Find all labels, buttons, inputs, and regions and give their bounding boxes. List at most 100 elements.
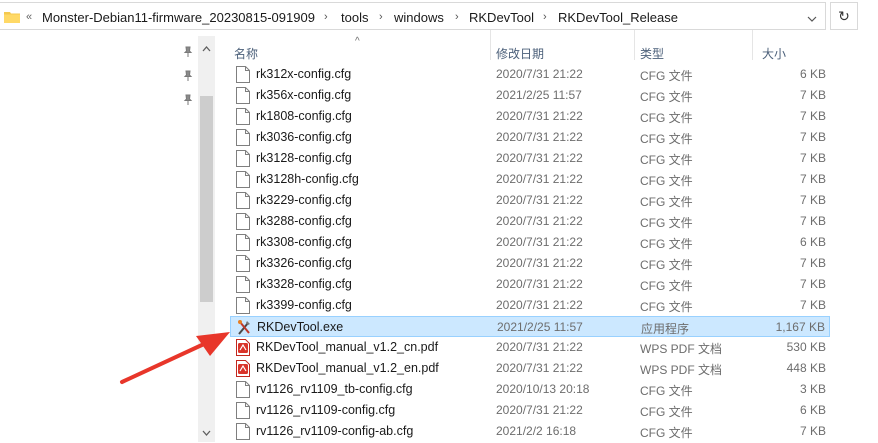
file-type: CFG 文件 [640, 111, 693, 125]
file-row[interactable]: rk3128h-config.cfg 2020/7/31 21:22 CFG 文件 7… [230, 169, 830, 190]
file-size: 6 KB [799, 67, 826, 81]
pin-icon[interactable] [182, 70, 194, 82]
file-name: rv1126_rv1109-config-ab.cfg [256, 424, 414, 438]
file-date: 2020/7/31 21:22 [496, 193, 583, 207]
chevron-down-icon [202, 430, 211, 436]
column-divider[interactable] [752, 30, 753, 60]
file-icon [236, 213, 250, 230]
chevron-right-icon[interactable]: › [455, 11, 459, 23]
file-row[interactable]: rk1808-config.cfg 2020/7/31 21:22 CFG 文件 7 … [230, 106, 830, 127]
file-name: rv1126_rv1109_tb-config.cfg [256, 382, 413, 396]
file-date: 2020/7/31 21:22 [496, 172, 583, 186]
file-row[interactable]: rk3128-config.cfg 2020/7/31 21:22 CFG 文件 7 … [230, 148, 830, 169]
pdf-icon [236, 339, 250, 356]
file-type: CFG 文件 [640, 405, 693, 419]
file-row[interactable]: rv1126_rv1109-config-ab.cfg 2021/2/2 16:1… [230, 421, 830, 442]
breadcrumb[interactable]: « Monster-Debian11-firmware_20230815-091… [0, 2, 826, 30]
file-row[interactable]: RKDevTool_manual_v1.2_cn.pdf 2020/7/31 21… [230, 337, 830, 358]
file-row[interactable]: rk312x-config.cfg 2020/7/31 21:22 CFG 文件 6 … [230, 64, 830, 85]
file-row[interactable]: rv1126_rv1109-config.cfg 2020/7/31 21:22 C… [230, 400, 830, 421]
file-row[interactable]: RKDevTool_manual_v1.2_en.pdf 2020/7/31 21… [230, 358, 830, 379]
file-type: CFG 文件 [640, 426, 693, 440]
file-type: WPS PDF 文档 [640, 363, 723, 377]
scrollbar-thumb[interactable] [200, 96, 213, 302]
file-row[interactable]: rv1126_rv1109_tb-config.cfg 2020/10/13 20… [230, 379, 830, 400]
column-header-name[interactable]: 名称 [234, 45, 258, 62]
column-header-type[interactable]: 类型 [640, 45, 664, 62]
breadcrumb-item-firmware[interactable]: Monster-Debian11-firmware_20230815-09190… [42, 10, 315, 25]
column-divider[interactable] [490, 30, 491, 60]
file-size: 6 KB [799, 235, 826, 249]
file-icon [236, 192, 250, 209]
file-row[interactable]: rk356x-config.cfg 2021/2/25 11:57 CFG 文件 7 … [230, 85, 830, 106]
file-date: 2020/7/31 21:22 [496, 298, 583, 312]
column-divider[interactable] [634, 30, 635, 60]
file-type: CFG 文件 [640, 279, 693, 293]
breadcrumb-item-rkdevtool[interactable]: RKDevTool [469, 10, 534, 25]
file-icon [236, 66, 250, 83]
file-size: 7 KB [799, 424, 826, 438]
file-name: rk3326-config.cfg [256, 256, 352, 270]
file-size: 1,167 KB [775, 320, 825, 334]
file-name: rk3128h-config.cfg [256, 172, 359, 186]
breadcrumb-item-rkdevtool-release[interactable]: RKDevTool_Release [558, 10, 678, 25]
breadcrumb-item-tools[interactable]: tools [341, 10, 368, 25]
file-date: 2020/7/31 21:22 [496, 67, 583, 81]
file-type: CFG 文件 [640, 216, 693, 230]
column-header-date[interactable]: 修改日期 [496, 45, 544, 62]
column-header-size[interactable]: 大小 [762, 45, 786, 62]
file-type: WPS PDF 文档 [640, 342, 723, 356]
column-header-row: 名称 修改日期 类型 大小 [230, 36, 830, 62]
pin-icon[interactable] [182, 46, 194, 58]
file-icon [236, 108, 250, 125]
chevron-up-icon [202, 45, 211, 51]
file-date: 2020/10/13 20:18 [496, 382, 590, 396]
overflow-chevron-icon[interactable]: « [26, 11, 32, 23]
pin-icon[interactable] [182, 94, 194, 106]
file-type: CFG 文件 [640, 384, 693, 398]
file-name: RKDevTool.exe [257, 320, 344, 334]
file-icon [236, 129, 250, 146]
file-date: 2020/7/31 21:22 [496, 151, 583, 165]
file-row[interactable]: rk3328-config.cfg 2020/7/31 21:22 CFG 文件 7 … [230, 274, 830, 295]
file-icon [236, 402, 250, 419]
file-type: CFG 文件 [640, 195, 693, 209]
file-row[interactable]: rk3229-config.cfg 2020/7/31 21:22 CFG 文件 7 … [230, 190, 830, 211]
file-size: 448 KB [786, 361, 826, 375]
file-row[interactable]: RKDevTool.exe 2021/2/25 11:57 应用程序 1,167 KB [230, 316, 830, 337]
chevron-right-icon[interactable]: › [543, 11, 547, 23]
file-name: rk356x-config.cfg [256, 88, 352, 102]
annotation-arrow [120, 332, 230, 384]
file-size: 7 KB [799, 109, 826, 123]
file-icon [236, 423, 250, 440]
file-date: 2020/7/31 21:22 [496, 340, 583, 354]
refresh-button[interactable]: ↻ [830, 2, 858, 30]
file-name: rk3308-config.cfg [256, 235, 352, 249]
file-row[interactable]: rk3288-config.cfg 2020/7/31 21:22 CFG 文件 7 … [230, 211, 830, 232]
scroll-down-button[interactable] [198, 424, 215, 441]
file-size: 7 KB [799, 130, 826, 144]
address-dropdown-button[interactable] [799, 5, 825, 33]
scroll-up-button[interactable] [198, 40, 215, 57]
file-size: 7 KB [799, 298, 826, 312]
file-row[interactable]: rk3326-config.cfg 2020/7/31 21:22 CFG 文件 7 … [230, 253, 830, 274]
folder-icon [4, 12, 20, 23]
chevron-right-icon[interactable]: › [379, 11, 383, 23]
file-row[interactable]: rk3036-config.cfg 2020/7/31 21:22 CFG 文件 7 … [230, 127, 830, 148]
file-row[interactable]: rk3308-config.cfg 2020/7/31 21:22 CFG 文件 6 … [230, 232, 830, 253]
file-icon [236, 150, 250, 167]
breadcrumb-item-windows[interactable]: windows [394, 10, 444, 25]
file-icon [236, 255, 250, 272]
file-size: 7 KB [799, 277, 826, 291]
tools-icon [237, 319, 251, 336]
file-size: 7 KB [799, 88, 826, 102]
file-type: CFG 文件 [640, 174, 693, 188]
file-date: 2020/7/31 21:22 [496, 109, 583, 123]
file-icon [236, 297, 250, 314]
chevron-right-icon[interactable]: › [324, 11, 328, 23]
file-size: 7 KB [799, 256, 826, 270]
file-type: CFG 文件 [640, 300, 693, 314]
file-name: rk3036-config.cfg [256, 130, 352, 144]
file-name: rk3229-config.cfg [256, 193, 352, 207]
file-row[interactable]: rk3399-config.cfg 2020/7/31 21:22 CFG 文件 7 … [230, 295, 830, 316]
